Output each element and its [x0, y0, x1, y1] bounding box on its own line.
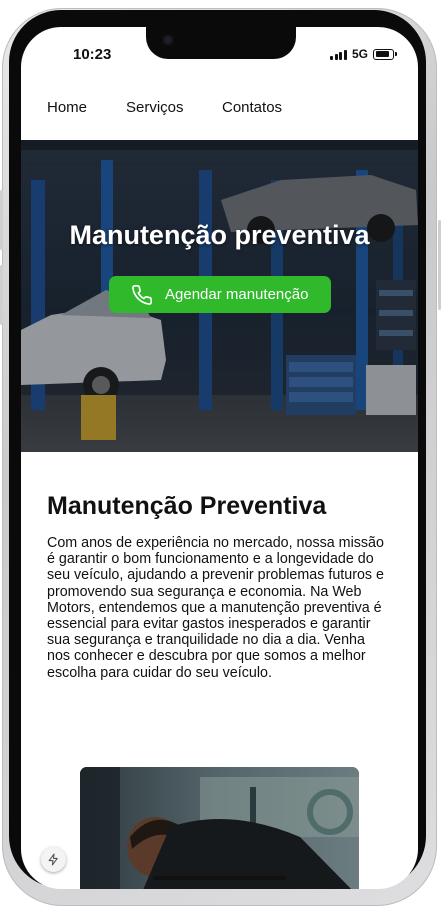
hero-title: Manutenção preventiva — [69, 220, 370, 250]
status-time: 10:23 — [73, 46, 112, 63]
hero-banner: Manutenção preventiva Agendar manutenção — [21, 140, 418, 452]
section-paragraph: Com anos de experiência no mercado, noss… — [47, 535, 384, 681]
signal-icon — [330, 49, 347, 60]
side-button — [0, 190, 3, 250]
nav-services[interactable]: Serviços — [126, 99, 184, 116]
home-indicator[interactable] — [153, 876, 286, 880]
nav-contacts[interactable]: Contatos — [222, 99, 282, 116]
schedule-maintenance-label: Agendar manutenção — [165, 286, 309, 303]
phone-screen: 10:23 5G Home Serviços Contatos Manutenç… — [21, 27, 418, 889]
status-indicators: 5G — [330, 47, 397, 61]
bolt-icon — [48, 853, 58, 866]
notch — [146, 27, 296, 59]
nav-home[interactable]: Home — [47, 99, 87, 116]
section-heading: Manutenção Preventiva — [47, 492, 327, 520]
top-navigation: Home Serviços Contatos — [21, 99, 418, 129]
battery-icon — [373, 48, 397, 60]
phone-icon — [132, 284, 152, 305]
schedule-maintenance-button[interactable]: Agendar manutenção — [109, 276, 331, 313]
network-label: 5G — [351, 47, 368, 61]
camera-icon — [164, 36, 172, 44]
mechanic-photo — [80, 767, 359, 889]
quick-action-button[interactable] — [41, 847, 66, 872]
side-button — [0, 265, 3, 325]
